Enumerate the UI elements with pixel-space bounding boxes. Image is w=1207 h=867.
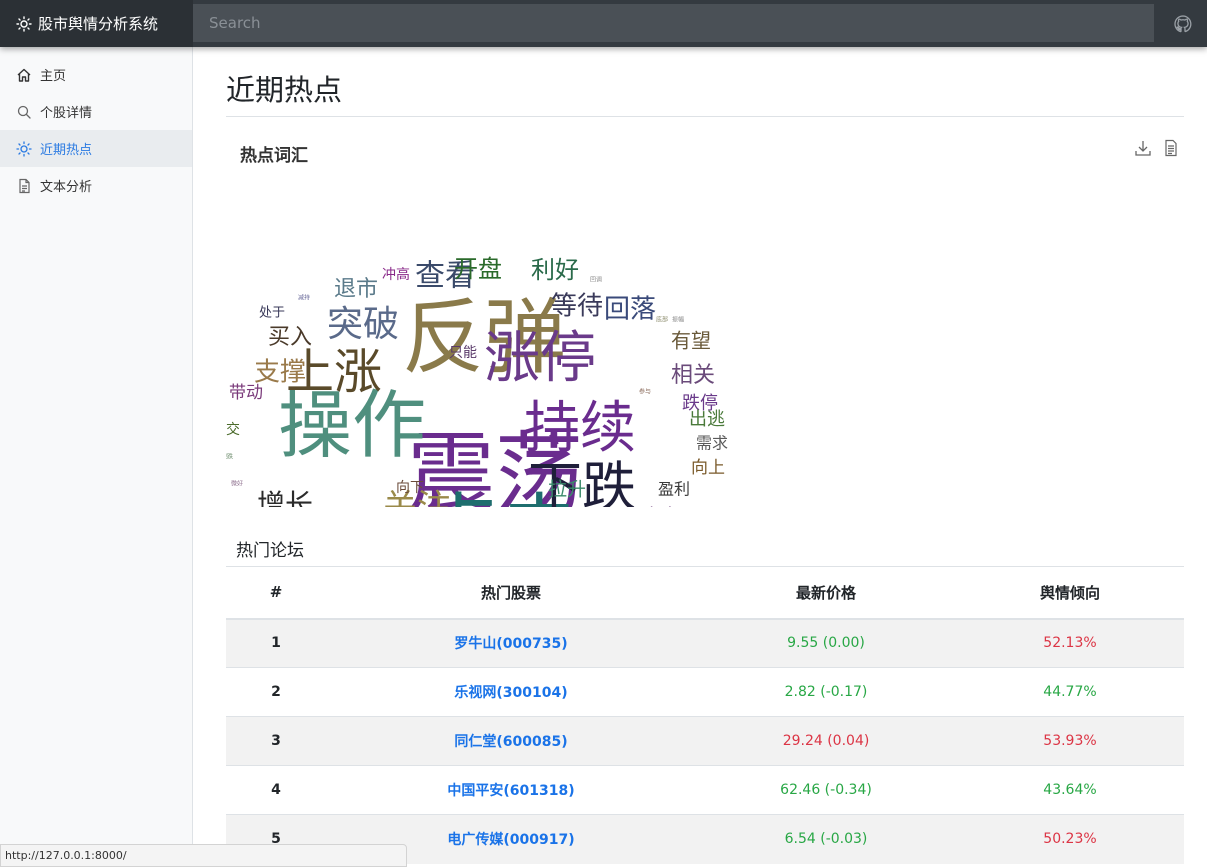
word-cloud-word[interactable]: 有望 <box>671 329 711 353</box>
table-row: 4 中国平安(601318) 62.46 (-0.34) 43.64% <box>226 765 1184 815</box>
stock-link[interactable]: 罗牛山(000735) <box>454 636 567 652</box>
word-cloud-word[interactable]: 向下 <box>396 480 424 496</box>
forum-title: 热门论坛 <box>236 541 304 561</box>
word-cloud-word[interactable]: 减持 <box>298 294 310 302</box>
stock-cell: 同仁堂(600085) <box>326 716 696 766</box>
stock-link[interactable]: 电广传媒(000917) <box>447 832 574 848</box>
word-cloud-word[interactable]: 处于 <box>259 306 285 321</box>
price-cell: 6.54 (-0.03) <box>696 814 956 864</box>
sentiment-cell: 50.23% <box>956 814 1184 864</box>
top-navbar: 股市舆情分析系统 <box>0 0 1207 47</box>
sidebar-item-text-analysis[interactable]: 文本分析 <box>0 167 192 204</box>
word-cloud-word[interactable]: 买入 <box>268 325 312 350</box>
column-header: 热门股票 <box>326 566 696 620</box>
word-cloud-word[interactable]: 退市 <box>334 277 378 302</box>
word-cloud-word[interactable]: 盈利 <box>658 480 690 499</box>
row-number: 1 <box>226 618 326 668</box>
sidebar-item-stock-detail[interactable]: 个股详情 <box>0 93 192 130</box>
status-url: http://127.0.0.1:8000/ <box>0 844 407 867</box>
word-cloud-word[interactable]: 变盘 <box>643 506 679 507</box>
price-cell: 62.46 (-0.34) <box>696 765 956 815</box>
word-cloud-word[interactable]: 等待 <box>551 292 603 322</box>
word-cloud-word[interactable]: 利好 <box>531 256 579 284</box>
file-icon <box>16 178 32 194</box>
word-cloud-word[interactable]: 回调 <box>590 276 602 284</box>
word-cloud-word[interactable]: 带动 <box>229 383 263 403</box>
word-cloud-word[interactable]: 成交 <box>226 421 240 438</box>
word-cloud-word[interactable]: 回落 <box>604 295 656 325</box>
word-cloud-word[interactable]: 拉升 <box>548 479 586 501</box>
word-cloud-word[interactable]: 相关 <box>671 363 715 388</box>
word-cloud-word[interactable]: 参与 <box>639 388 651 396</box>
word-cloud-word[interactable]: 出逃 <box>689 409 725 430</box>
github-icon[interactable] <box>1173 14 1193 34</box>
column-header: 舆情倾向 <box>956 566 1184 620</box>
brand[interactable]: 股市舆情分析系统 <box>0 0 193 47</box>
stock-cell: 中国平安(601318) <box>326 765 696 815</box>
row-number: 3 <box>226 716 326 766</box>
stock-link[interactable]: 乐视网(300104) <box>454 685 567 701</box>
sidebar-item-label: 主页 <box>40 69 67 84</box>
word-cloud-word[interactable]: 开盘 <box>454 255 502 283</box>
word-cloud-word[interactable]: 微好 <box>231 480 243 488</box>
word-cloud-word[interactable]: 振幅 <box>672 316 684 324</box>
word-cloud-word[interactable]: 底部 <box>656 316 668 324</box>
sidebar-item-recent-hot[interactable]: 近期热点 <box>0 130 192 167</box>
sidebar-item-label: 个股详情 <box>40 106 93 121</box>
word-cloud-word[interactable]: 持续 <box>524 396 636 461</box>
sun-icon <box>16 140 32 157</box>
sentiment-cell: 52.13% <box>956 618 1184 668</box>
word-cloud-word[interactable]: 需求 <box>696 434 728 453</box>
word-cloud-word[interactable]: 突破 <box>327 304 399 345</box>
search-icon <box>16 104 32 120</box>
sentiment-cell: 44.77% <box>956 667 1184 717</box>
table-header-row: # 热门股票 最新价格 舆情倾向 <box>226 566 1184 620</box>
sidebar: 主页 个股详情 近期热点 文本分析 <box>0 47 193 867</box>
stock-link[interactable]: 同仁堂(600085) <box>454 734 567 750</box>
sidebar-item-label: 文本分析 <box>40 180 93 195</box>
word-cloud-word[interactable]: 向上 <box>691 458 725 478</box>
page-title: 近期热点 <box>226 67 1184 117</box>
stock-link[interactable]: 中国平安(601318) <box>447 783 574 799</box>
table-row: 1 罗牛山(000735) 9.55 (0.00) 52.13% <box>226 618 1184 668</box>
search-input[interactable] <box>193 4 1154 42</box>
column-header: # <box>226 566 326 620</box>
word-cloud-word[interactable]: 跟跌 <box>226 453 233 461</box>
sentiment-cell: 53.93% <box>956 716 1184 766</box>
table-row: 2 乐视网(300104) 2.82 (-0.17) 44.77% <box>226 667 1184 717</box>
sidebar-item-label: 近期热点 <box>40 143 93 158</box>
app-title: 股市舆情分析系统 <box>38 15 159 33</box>
word-cloud-word[interactable]: 冲高 <box>382 266 410 283</box>
price-cell: 9.55 (0.00) <box>696 618 956 668</box>
row-number: 4 <box>226 765 326 815</box>
word-cloud-word[interactable]: 只能 <box>449 345 477 361</box>
price-cell: 29.24 (0.04) <box>696 716 956 766</box>
word-cloud-word[interactable]: 涨停 <box>484 326 596 391</box>
forum-table: # 热门股票 最新价格 舆情倾向 1 罗牛山(000735) 9.55 (0.00)… <box>226 566 1184 864</box>
word-cloud: 震荡反弹点击操作持续涨停下跌上涨突破查看表现关注等待回落开盘利好选择增长支撑买入… <box>226 255 728 507</box>
price-cell: 2.82 (-0.17) <box>696 667 956 717</box>
stock-cell: 罗牛山(000735) <box>326 618 696 668</box>
column-header: 最新价格 <box>696 566 956 620</box>
stock-cell: 乐视网(300104) <box>326 667 696 717</box>
sentiment-cell: 43.64% <box>956 765 1184 815</box>
main-content: 近期热点 热点词汇 震荡反弹点击操作持续涨停下跌上涨突破查看表现关注等待回落开盘… <box>226 47 1184 864</box>
table-row: 3 同仁堂(600085) 29.24 (0.04) 53.93% <box>226 716 1184 766</box>
word-cloud-word[interactable]: 增长 <box>257 488 313 507</box>
sun-icon <box>16 15 32 32</box>
row-number: 2 <box>226 667 326 717</box>
home-icon <box>16 67 32 83</box>
sidebar-item-home[interactable]: 主页 <box>0 56 192 93</box>
